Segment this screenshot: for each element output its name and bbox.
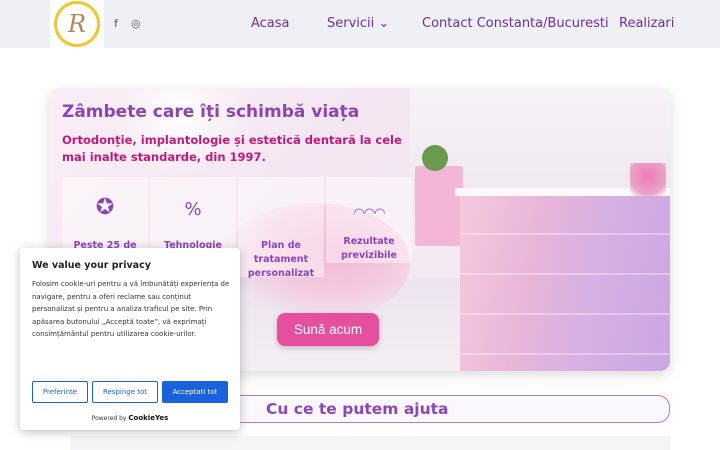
teeth-icon: ◠◠◠ [353, 206, 385, 221]
site-logo[interactable]: R [50, 0, 104, 48]
award-ribbon-icon: ✪ [95, 195, 115, 220]
nav-item-realizari[interactable]: Realizari [619, 16, 674, 31]
cookie-powered-by: Powered by CookieYes [20, 414, 240, 422]
logo-letter: R [67, 10, 87, 38]
hero-photo-orchid [630, 163, 666, 207]
facebook-icon[interactable]: f [114, 17, 118, 30]
powered-by-label: Powered by [91, 415, 127, 422]
hero-subtitle: Ortodonție, implantologie și estetică de… [62, 133, 402, 164]
call-now-button[interactable]: Sună acum [277, 313, 379, 346]
feature-card-treatment-plan: Plan de tratament personalizat [238, 177, 324, 279]
services-section-top [70, 436, 670, 450]
cookie-title: We value your privacy [32, 260, 151, 271]
cookie-reject-all-button[interactable]: Respinge tot [92, 381, 158, 403]
counter-drawer-line [460, 233, 670, 235]
feature-label: Plan de tratament personalizat [247, 240, 315, 279]
counter-drawer-line [460, 313, 670, 315]
percent-badge-icon: % [184, 199, 202, 220]
cookie-consent-banner: We value your privacy Folosim cookie-uri… [20, 248, 240, 430]
cookie-preferences-button[interactable]: Preferinte [32, 381, 88, 403]
cookie-description: Folosim cookie-uri pentru a vă îmbunătăț… [32, 280, 230, 338]
feature-label: Rezultate previzibile [341, 236, 397, 261]
hero-title: Zâmbete care îți schimbă viața [62, 102, 360, 122]
hero-photo-cabinet [415, 166, 463, 246]
logo-ring: R [54, 1, 100, 47]
cookie-accept-all-button[interactable]: Acceptati tot [162, 381, 228, 403]
nav-item-acasa[interactable]: Acasa [251, 16, 290, 31]
hero-photo-counter [460, 193, 670, 371]
services-heading: Cu ce te putem ajuta [266, 400, 449, 418]
nav-item-contact[interactable]: Contact Constanta/Bucuresti [422, 16, 609, 31]
cookieyes-logo[interactable]: CookieYes [128, 414, 168, 422]
counter-drawer-line [460, 273, 670, 275]
site-header: R f ◎ Acasa Servicii ⌄ Contact Constanta… [0, 0, 720, 48]
hero-photo-plant [422, 145, 448, 171]
instagram-icon[interactable]: ◎ [131, 17, 141, 30]
nav-item-servicii[interactable]: Servicii ⌄ [327, 16, 389, 31]
counter-drawer-line [460, 353, 670, 355]
feature-card-results: ◠◠◠ Rezultate previzibile [326, 177, 412, 263]
